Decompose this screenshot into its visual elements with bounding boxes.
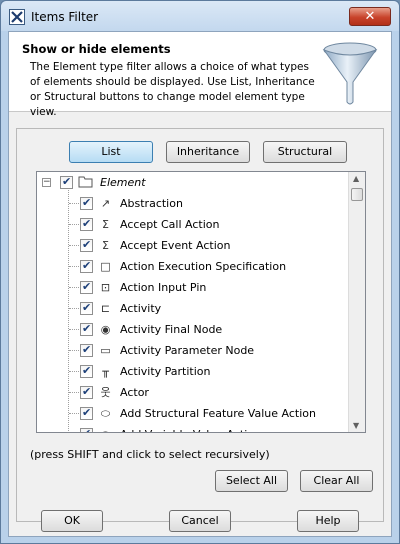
structural-view-button[interactable]: Structural — [263, 141, 347, 163]
item-checkbox[interactable] — [80, 322, 93, 336]
element-type-tree[interactable]: − Element ↗ Abstraction Σ Accept Call Actio… — [36, 171, 366, 433]
root-label: Element — [100, 176, 146, 189]
action-execution-specification-icon: □ — [100, 260, 111, 273]
tree-item-row[interactable]: ╥ Activity Partition — [37, 361, 349, 382]
item-label: Accept Event Action — [120, 239, 231, 252]
activity-icon: ⊏ — [100, 302, 111, 315]
item-checkbox[interactable] — [80, 427, 93, 432]
scroll-down-arrow[interactable]: ▼ — [353, 421, 359, 430]
tree-item-row[interactable]: ⊡ Action Input Pin — [37, 277, 349, 298]
activity-parameter-node-icon: ▭ — [100, 344, 111, 357]
item-label: Activity Partition — [120, 365, 211, 378]
tree-item-row[interactable]: ⊏ Activity — [37, 298, 349, 319]
header-title: Show or hide elements — [22, 42, 171, 56]
dialog-header: Show or hide elements The Element type f… — [9, 32, 391, 118]
item-label: Add Structural Feature Value Action — [120, 407, 316, 420]
tree-root-row[interactable]: − Element — [37, 172, 349, 193]
tree-item-row[interactable]: ↗ Abstraction — [37, 193, 349, 214]
item-checkbox[interactable] — [80, 385, 93, 399]
add-structural-feature-value-action-icon: ⬭ — [100, 407, 111, 420]
accept-call-action-icon: Σ — [102, 218, 109, 231]
tree-item-row[interactable]: ⬭ Add Variable Value Action — [37, 424, 349, 432]
accept-event-action-icon: Σ — [102, 239, 109, 252]
scroll-thumb[interactable] — [351, 188, 363, 201]
funnel-icon — [322, 42, 378, 105]
help-button[interactable]: Help — [297, 510, 359, 532]
tree-item-row[interactable]: ▭ Activity Parameter Node — [37, 340, 349, 361]
scroll-up-arrow[interactable]: ▲ — [353, 174, 359, 183]
tree-guide-branch — [69, 350, 79, 351]
tree-guide-branch — [69, 413, 79, 414]
tree-guide-branch — [69, 371, 79, 372]
item-label: Accept Call Action — [120, 218, 220, 231]
tree-item-row[interactable]: Σ Accept Event Action — [37, 235, 349, 256]
tree-item-row[interactable]: ◉ Activity Final Node — [37, 319, 349, 340]
add-variable-value-action-icon: ⬭ — [98, 427, 113, 432]
tree-item-row[interactable]: 웃 Actor — [37, 382, 349, 403]
tree-guide-branch — [69, 245, 79, 246]
tree-guide-branch — [69, 287, 79, 288]
item-label: Activity Final Node — [120, 323, 223, 336]
item-checkbox[interactable] — [80, 217, 93, 231]
item-label: Action Input Pin — [120, 281, 207, 294]
tree-guide-branch — [69, 329, 79, 330]
items-filter-window: Items Filter ✕ Show or hide elements The… — [0, 0, 400, 544]
tree-guide-branch — [69, 266, 79, 267]
item-checkbox[interactable] — [80, 406, 93, 420]
tree-guide-branch — [69, 308, 79, 309]
hint-text: (press SHIFT and click to select recursi… — [30, 448, 270, 461]
tree-item-row[interactable]: Σ Accept Call Action — [37, 214, 349, 235]
item-checkbox[interactable] — [80, 343, 93, 357]
close-button[interactable]: ✕ — [349, 7, 391, 26]
select-all-button[interactable]: Select All — [215, 470, 288, 492]
tree-item-row[interactable]: ⬭ Add Structural Feature Value Action — [37, 403, 349, 424]
tree-guide-branch — [69, 392, 79, 393]
dialog-body: Show or hide elements The Element type f… — [8, 31, 392, 537]
item-checkbox[interactable] — [80, 259, 93, 273]
title-bar[interactable]: Items Filter ✕ — [1, 1, 399, 31]
item-label: Add Variable Value Action — [120, 428, 261, 432]
item-checkbox[interactable] — [80, 238, 93, 252]
activity-final-node-icon: ◉ — [100, 323, 111, 336]
tree-guide-branch — [69, 203, 79, 204]
root-checkbox[interactable] — [60, 175, 73, 189]
window-title: Items Filter — [31, 10, 99, 24]
cancel-button[interactable]: Cancel — [169, 510, 231, 532]
item-label: Abstraction — [120, 197, 183, 210]
item-checkbox[interactable] — [80, 301, 93, 315]
list-view-button[interactable]: List — [69, 141, 153, 163]
item-label: Activity — [120, 302, 162, 315]
collapse-toggle[interactable]: − — [42, 178, 51, 187]
tree-scrollbar[interactable]: ▲ ▼ — [348, 172, 365, 432]
item-checkbox[interactable] — [80, 364, 93, 378]
folder-icon — [78, 175, 93, 190]
activity-partition-icon: ╥ — [102, 365, 109, 378]
filter-panel: List Inheritance Structural − Element ↗ A… — [16, 128, 384, 522]
action-input-pin-icon: ⊡ — [100, 281, 111, 294]
tree-guide-branch — [69, 224, 79, 225]
tree-item-row[interactable]: □ Action Execution Specification — [37, 256, 349, 277]
item-checkbox[interactable] — [80, 196, 93, 210]
app-icon — [9, 9, 25, 25]
item-checkbox[interactable] — [80, 280, 93, 294]
ok-button[interactable]: OK — [41, 510, 103, 532]
header-description: The Element type filter allows a choice … — [30, 61, 315, 118]
item-label: Actor — [120, 386, 149, 399]
actor-icon: 웃 — [100, 386, 111, 399]
inheritance-view-button[interactable]: Inheritance — [166, 141, 250, 163]
clear-all-button[interactable]: Clear All — [300, 470, 373, 492]
item-label: Action Execution Specification — [120, 260, 287, 273]
item-label: Activity Parameter Node — [120, 344, 255, 357]
abstraction-icon: ↗ — [100, 197, 111, 210]
